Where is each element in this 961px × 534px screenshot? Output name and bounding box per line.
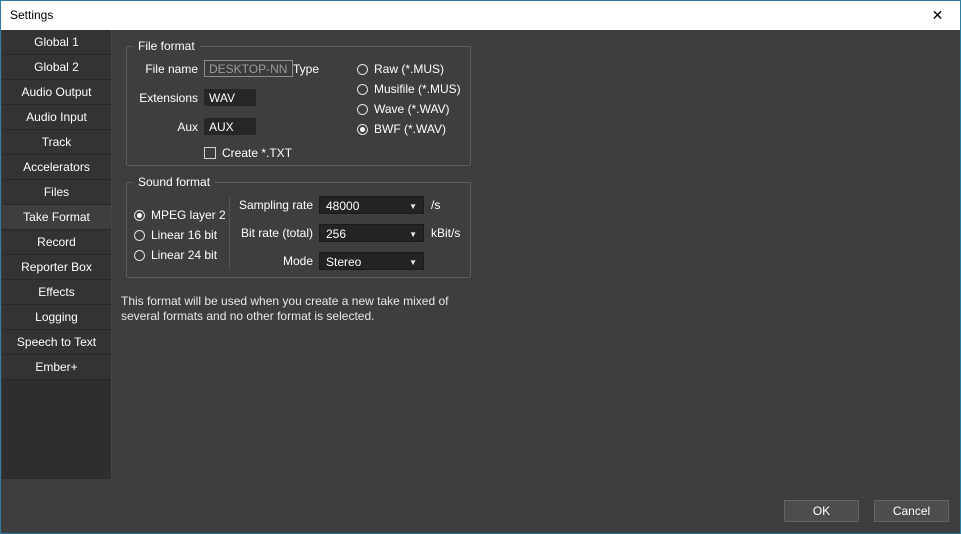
sampling-rate-select[interactable]: 48000 ▼ [319, 196, 424, 214]
radio-icon [357, 84, 368, 95]
extensions-field[interactable] [204, 89, 256, 106]
bit-rate-suffix: kBit/s [431, 224, 460, 242]
sidebar-item-speech-to-text[interactable]: Speech to Text [2, 330, 111, 355]
extensions-label: Extensions [127, 90, 198, 106]
checkbox-icon [204, 147, 216, 159]
radio-label: Wave (*.WAV) [374, 102, 450, 116]
sidebar-item-global-2[interactable]: Global 2 [2, 55, 111, 80]
radio-musifile-mus[interactable]: Musifile (*.MUS) [357, 82, 461, 96]
radio-bwf-wav[interactable]: BWF (*.WAV) [357, 122, 446, 136]
sound-format-group: Sound format MPEG layer 2 Linear 16 bit … [126, 182, 471, 278]
sidebar-item-take-format[interactable]: Take Format [2, 205, 111, 230]
titlebar: Settings ✕ [1, 1, 960, 30]
format-note-line2: several formats and no other format is s… [121, 309, 449, 324]
cancel-button[interactable]: Cancel [874, 500, 949, 522]
aux-field[interactable] [204, 118, 256, 135]
mode-value: Stereo [326, 255, 361, 269]
sound-format-legend: Sound format [133, 175, 215, 190]
sampling-rate-value: 48000 [326, 199, 359, 213]
file-format-legend: File format [133, 39, 200, 54]
bit-rate-label: Bit rate (total) [127, 224, 313, 242]
file-name-field [204, 60, 293, 77]
sampling-rate-suffix: /s [431, 196, 440, 214]
radio-icon [357, 104, 368, 115]
radio-raw-mus[interactable]: Raw (*.MUS) [357, 62, 444, 76]
create-txt-checkbox[interactable]: Create *.TXT [204, 146, 292, 160]
mode-label: Mode [127, 252, 313, 270]
close-button[interactable]: ✕ [915, 1, 960, 30]
radio-icon [357, 64, 368, 75]
file-format-group: File format File name Extensions Aux Cre… [126, 46, 471, 166]
radio-label: Musifile (*.MUS) [374, 82, 461, 96]
bit-rate-select[interactable]: 256 ▼ [319, 224, 424, 242]
settings-dialog: Settings ✕ Global 1 Global 2 Audio Outpu… [0, 0, 961, 534]
sidebar-item-accelerators[interactable]: Accelerators [2, 155, 111, 180]
sampling-rate-label: Sampling rate [127, 196, 313, 214]
chevron-down-icon: ▼ [409, 202, 417, 211]
sidebar-item-reporter-box[interactable]: Reporter Box [2, 255, 111, 280]
bit-rate-value: 256 [326, 227, 346, 241]
dialog-title: Settings [10, 8, 53, 22]
close-icon: ✕ [932, 7, 944, 24]
sidebar-item-audio-input[interactable]: Audio Input [2, 105, 111, 130]
sidebar-item-files[interactable]: Files [2, 180, 111, 205]
type-label: Type [293, 62, 320, 76]
ok-button[interactable]: OK [784, 500, 859, 522]
sidebar-item-track[interactable]: Track [2, 130, 111, 155]
create-txt-label: Create *.TXT [222, 146, 292, 160]
file-name-label: File name [127, 61, 198, 77]
sidebar-item-effects[interactable]: Effects [2, 280, 111, 305]
settings-sidebar: Global 1 Global 2 Audio Output Audio Inp… [2, 30, 112, 479]
mode-select[interactable]: Stereo ▼ [319, 252, 424, 270]
sidebar-item-record[interactable]: Record [2, 230, 111, 255]
sidebar-item-logging[interactable]: Logging [2, 305, 111, 330]
chevron-down-icon: ▼ [409, 258, 417, 267]
aux-label: Aux [127, 119, 198, 135]
chevron-down-icon: ▼ [409, 230, 417, 239]
sidebar-item-audio-output[interactable]: Audio Output [2, 80, 111, 105]
format-note: This format will be used when you create… [121, 294, 449, 324]
radio-label: Raw (*.MUS) [374, 62, 444, 76]
radio-label: BWF (*.WAV) [374, 122, 446, 136]
radio-icon [357, 124, 368, 135]
sidebar-item-global-1[interactable]: Global 1 [2, 30, 111, 55]
format-note-line1: This format will be used when you create… [121, 294, 449, 309]
radio-wave-wav[interactable]: Wave (*.WAV) [357, 102, 450, 116]
sidebar-item-ember-plus[interactable]: Ember+ [2, 355, 111, 380]
